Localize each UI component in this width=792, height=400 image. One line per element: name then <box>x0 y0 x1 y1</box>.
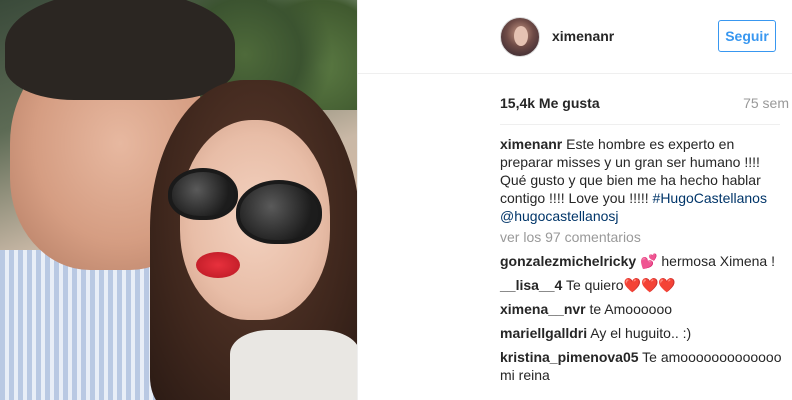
avatar[interactable] <box>500 17 540 57</box>
caption-mention[interactable]: @hugocastellanosj <box>500 208 619 224</box>
comment: kristina_pimenova05 Te amooooooooooooo m… <box>500 348 785 384</box>
header-username[interactable]: ximenanr <box>552 28 614 44</box>
comment-username[interactable]: ximena__nvr <box>500 301 586 317</box>
comment: ximena__nvr te Amoooooo <box>500 300 785 318</box>
post-stats: 15,4k Me gusta 75 sem <box>500 95 792 115</box>
view-comments-link[interactable]: ver los 97 comentarios <box>500 228 785 246</box>
comment: mariellgalldri Ay el huguito.. :) <box>500 324 785 342</box>
comment: __lisa__4 Te quiero❤️❤️❤️ <box>500 276 785 294</box>
comment-username[interactable]: gonzalezmichelricky <box>500 253 636 269</box>
caption: ximenanr Este hombre es experto en prepa… <box>500 135 785 225</box>
follow-button[interactable]: Seguir <box>718 20 776 52</box>
photo-sweater <box>230 330 357 400</box>
post-sidebar: ximenanr Seguir 15,4k Me gusta 75 sem xi… <box>357 0 792 400</box>
photo-sunglasses-right <box>236 180 322 244</box>
comment-username[interactable]: mariellgalldri <box>500 325 587 341</box>
photo-sunglasses-left <box>168 168 238 220</box>
photo-man-hair <box>5 0 235 100</box>
photo-lips <box>196 252 240 278</box>
comment-text: Ay el huguito.. :) <box>590 325 692 341</box>
comment-text: 💕 hermosa Ximena ! <box>640 253 775 269</box>
post-header: ximenanr Seguir <box>358 0 792 74</box>
comments-list: ximenanr Este hombre es experto en prepa… <box>500 135 785 384</box>
comment-username[interactable]: __lisa__4 <box>500 277 562 293</box>
avatar-face <box>514 26 528 46</box>
caption-username[interactable]: ximenanr <box>500 136 562 152</box>
comment-text: Te quiero❤️❤️❤️ <box>565 277 676 293</box>
comment: gonzalezmichelricky 💕 hermosa Ximena ! <box>500 252 785 270</box>
post-time[interactable]: 75 sem <box>743 95 789 111</box>
post-photo[interactable] <box>0 0 357 400</box>
comment-text: te Amoooooo <box>589 301 673 317</box>
likes-count[interactable]: 15,4k Me gusta <box>500 95 600 111</box>
divider <box>500 124 780 125</box>
comment-username[interactable]: kristina_pimenova05 <box>500 349 639 365</box>
caption-hashtag[interactable]: #HugoCastellanos <box>653 190 767 206</box>
